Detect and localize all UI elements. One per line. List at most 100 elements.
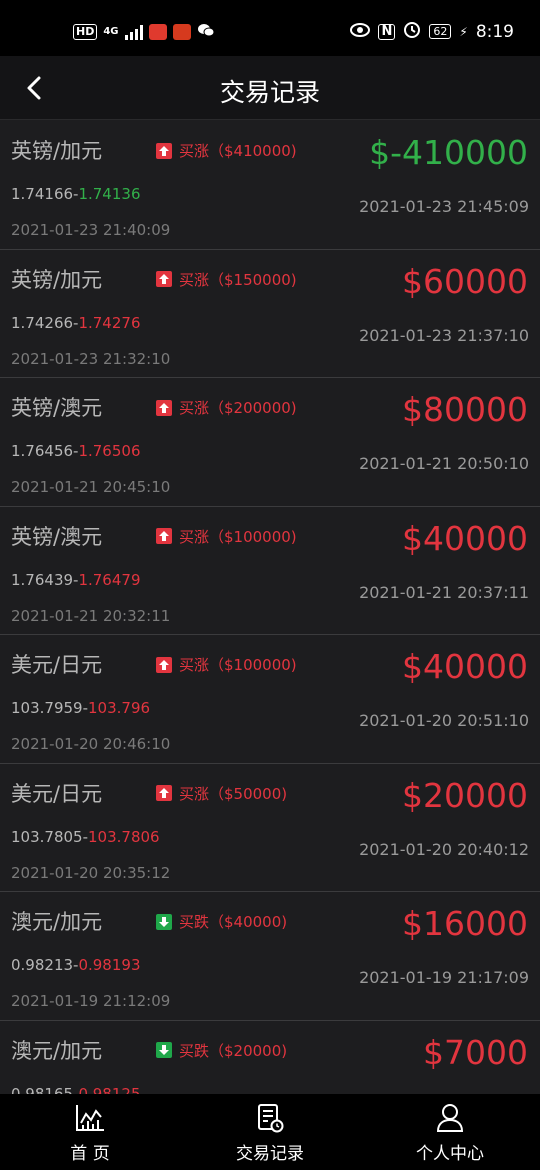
currency-pair: 英镑/加元	[11, 267, 103, 292]
direction-label: 买涨（$100000)	[179, 656, 297, 674]
close-price: 1.76506	[78, 442, 141, 460]
network-type: 4G	[103, 26, 119, 37]
profit-amount: $20000	[402, 775, 528, 815]
direction-label: 买涨（$100000)	[179, 527, 297, 546]
arrow-up-icon	[156, 528, 172, 544]
profit-amount: $60000	[402, 261, 528, 301]
direction-label: 买涨（$410000)	[179, 142, 297, 160]
trade-record-row[interactable]: 英镑/澳元 买涨（$100000) $40000 1.76439-1.76479…	[0, 506, 540, 635]
trade-record-row[interactable]: 美元/日元 买涨（$100000) $40000 103.7959-103.79…	[0, 635, 540, 764]
trade-direction: 买涨（$410000)	[156, 140, 297, 161]
arrow-down-icon	[156, 1042, 172, 1058]
charging-icon: ⚡	[459, 24, 468, 39]
direction-label: 买跌（$20000)	[179, 1041, 288, 1060]
open-price: 1.76439	[11, 570, 74, 589]
arrow-up-icon	[156, 656, 172, 673]
trade-record-row[interactable]: 美元/日元 买涨（$50000) $20000 103.7805-103.780…	[0, 763, 540, 892]
close-price: 0.98125	[78, 1084, 141, 1095]
navigation-bar: 交易记录	[0, 56, 540, 120]
arrow-up-icon	[156, 785, 172, 801]
direction-label: 买涨（$200000)	[179, 399, 297, 417]
open-time: 2021-01-20 20:35:12	[11, 863, 171, 882]
close-price: 1.76479	[78, 570, 141, 589]
alarm-icon	[403, 20, 421, 43]
tab-profile[interactable]: 个人中心	[360, 1094, 540, 1170]
open-time: 2021-01-23 21:32:10	[11, 349, 171, 368]
open-price: 1.74166	[11, 185, 74, 203]
profit-amount: $16000	[402, 904, 528, 943]
open-price: 103.7805	[11, 827, 83, 846]
trade-direction: 买涨（$200000)	[156, 397, 297, 418]
signal-icon	[124, 24, 143, 40]
price-range: 1.74166-1.74136	[11, 185, 141, 203]
battery-icon: 62	[429, 24, 452, 39]
bottom-tab-bar: 首 页 交易记录 个人中心	[0, 1094, 540, 1170]
direction-label: 买涨（$50000)	[179, 784, 288, 803]
trade-direction: 买涨（$150000)	[156, 269, 297, 290]
close-price: 103.7806	[88, 827, 160, 846]
close-time: 2021-01-20 20:51:10	[359, 711, 529, 730]
close-price: 1.74276	[78, 313, 141, 332]
profit-amount: $7000	[423, 1032, 528, 1072]
open-time: 2021-01-21 20:45:10	[11, 478, 171, 496]
price-range: 0.98213-0.98193	[11, 956, 141, 974]
tab-label: 交易记录	[236, 1144, 304, 1164]
records-icon	[258, 1104, 284, 1133]
trade-record-row[interactable]: 英镑/澳元 买涨（$200000) $80000 1.76456-1.76506…	[0, 378, 540, 507]
currency-pair: 英镑/澳元	[11, 396, 103, 420]
close-time: 2021-01-20 20:40:12	[359, 839, 529, 859]
user-icon	[436, 1104, 464, 1132]
arrow-up-icon	[156, 271, 172, 287]
trade-direction: 买涨（$50000)	[156, 783, 287, 804]
price-range: 1.76439-1.76479	[11, 570, 141, 589]
page-title: 交易记录	[219, 78, 320, 107]
price-range: 103.7805-103.7806	[11, 827, 160, 846]
price-range: 0.98165-0.98125	[11, 1085, 140, 1095]
close-time: 2021-01-21 20:50:10	[359, 454, 529, 473]
arrow-up-icon	[156, 399, 172, 416]
close-price: 0.98193	[78, 956, 141, 974]
currency-pair: 英镑/澳元	[11, 524, 103, 549]
chart-icon	[76, 1105, 104, 1131]
nfc-icon: N	[378, 23, 396, 40]
tab-label: 首 页	[70, 1144, 110, 1164]
close-price: 1.74136	[78, 185, 141, 203]
records-list[interactable]: 英镑/加元 买涨（$410000) $-410000 1.74166-1.741…	[0, 121, 540, 1094]
open-price: 0.98165	[11, 1084, 74, 1095]
close-time: 2021-01-21 20:37:11	[359, 582, 529, 602]
currency-pair: 澳元/加元	[11, 910, 103, 934]
profit-amount: $80000	[402, 390, 528, 429]
tab-records[interactable]: 交易记录	[180, 1094, 360, 1170]
app-notification-icon-2	[172, 23, 191, 40]
currency-pair: 澳元/加元	[11, 1038, 103, 1063]
arrow-up-icon	[156, 142, 172, 159]
price-range: 103.7959-103.796	[11, 699, 151, 717]
open-time: 2021-01-19 21:12:09	[11, 992, 171, 1010]
open-time: 2021-01-21 20:32:11	[11, 606, 171, 625]
close-time: 2021-01-23 21:37:10	[359, 325, 529, 345]
trade-record-row[interactable]: 英镑/加元 买涨（$150000) $60000 1.74266-1.74276…	[0, 249, 540, 378]
currency-pair: 美元/日元	[11, 653, 103, 677]
open-price: 103.7959	[11, 699, 83, 717]
price-range: 1.76456-1.76506	[11, 442, 141, 460]
currency-pair: 美元/日元	[11, 781, 103, 806]
direction-label: 买涨（$150000)	[179, 270, 297, 289]
close-time: 2021-01-23 21:45:09	[359, 197, 529, 216]
trade-record-row[interactable]: 澳元/加元 买跌（$20000) $7000 0.98165-0.98125	[0, 1020, 540, 1095]
wechat-icon	[197, 22, 215, 41]
tab-label: 个人中心	[416, 1144, 484, 1164]
tab-home[interactable]: 首 页	[0, 1094, 180, 1170]
close-time: 2021-01-19 21:17:09	[359, 968, 529, 987]
trade-direction: 买涨（$100000)	[156, 526, 297, 547]
status-bar: HD 4G N 62 ⚡ 8:19	[0, 0, 540, 56]
clock-time: 8:19	[475, 21, 514, 42]
close-price: 103.796	[88, 699, 151, 717]
open-price: 0.98213	[11, 956, 74, 974]
hd-badge: HD	[73, 23, 98, 40]
trade-direction: 买跌（$40000)	[156, 911, 287, 932]
open-price: 1.74266	[11, 313, 74, 332]
trade-record-row[interactable]: 英镑/加元 买涨（$410000) $-410000 1.74166-1.741…	[0, 121, 540, 250]
trade-record-row[interactable]: 澳元/加元 买跌（$40000) $16000 0.98213-0.98193 …	[0, 892, 540, 1021]
profit-amount: $40000	[402, 518, 528, 558]
direction-label: 买跌（$40000)	[179, 913, 288, 931]
